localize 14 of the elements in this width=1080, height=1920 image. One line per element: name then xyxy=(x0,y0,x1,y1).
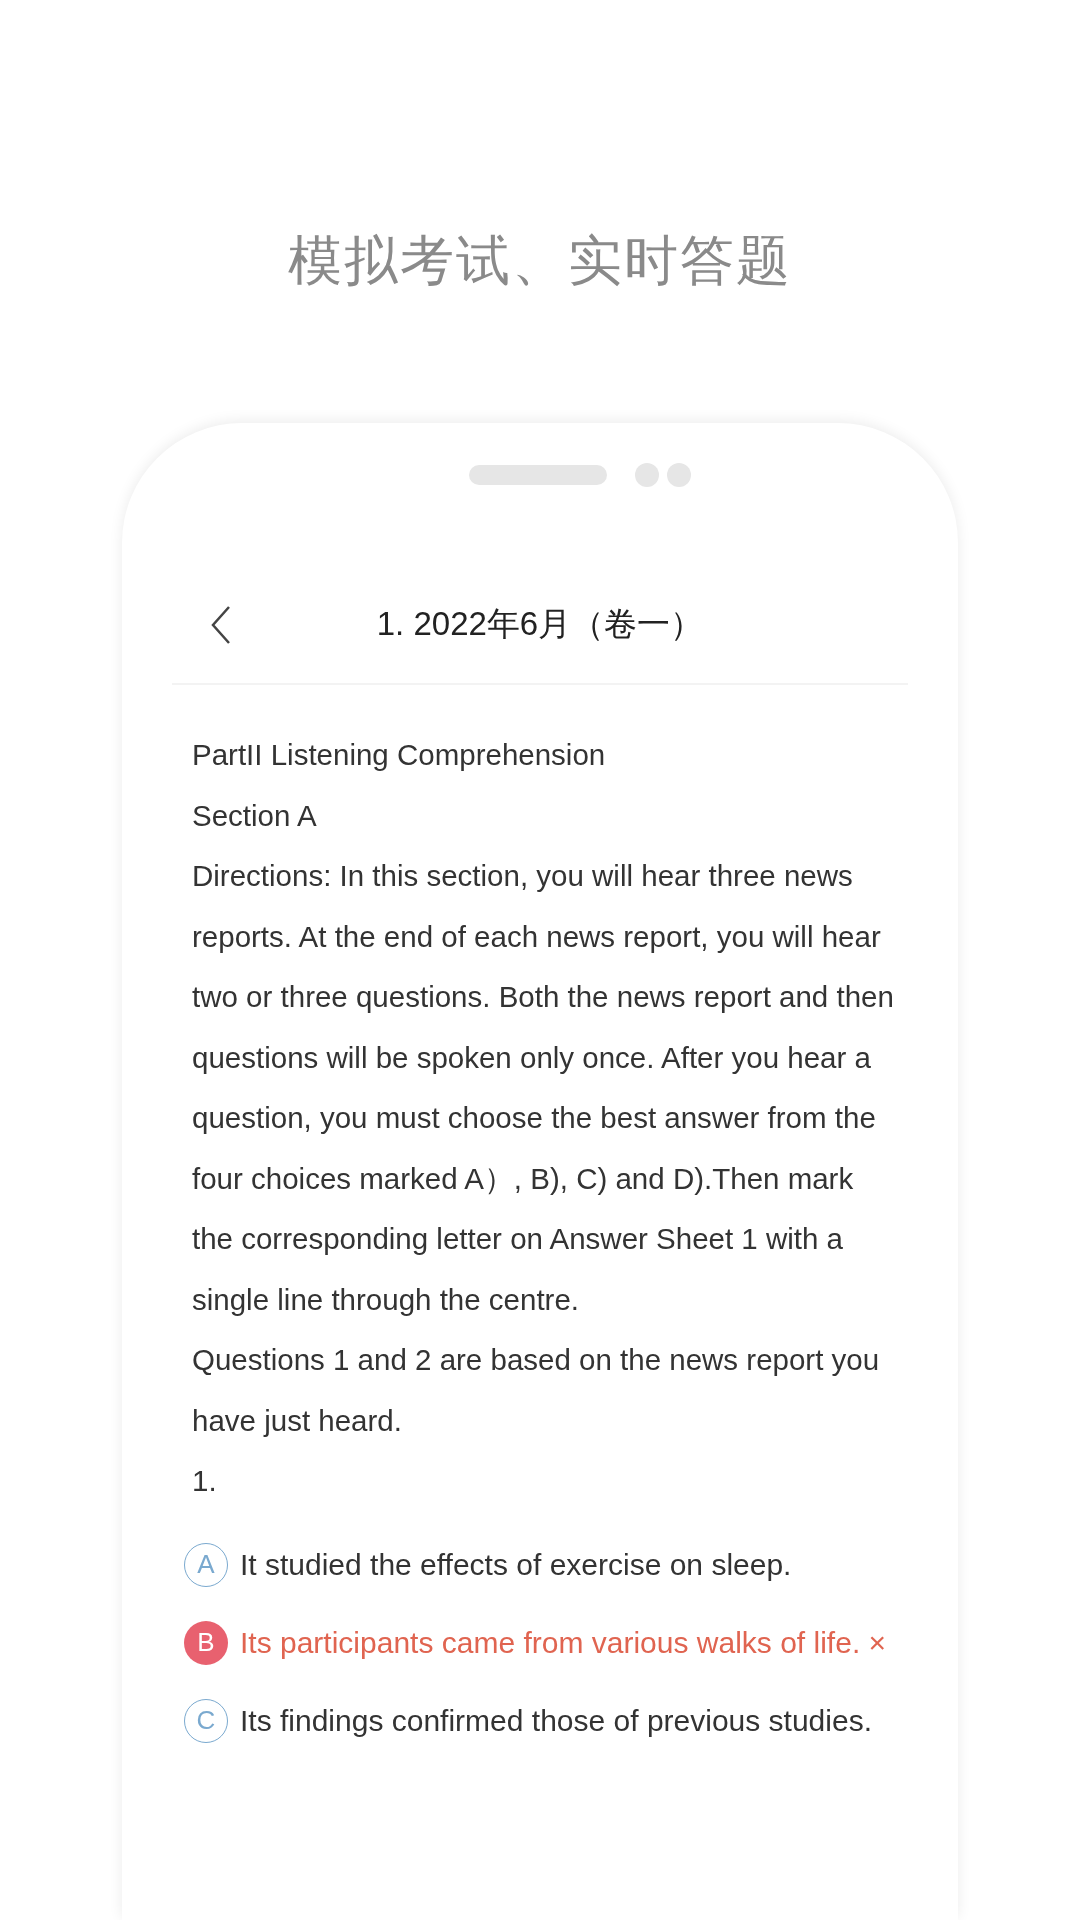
question-text: Section A xyxy=(192,797,318,834)
back-button[interactable] xyxy=(210,604,232,645)
question-text: Questions 1 and 2 are based on the news report you have just heard. xyxy=(192,1342,881,1439)
question-text: 1. xyxy=(192,1463,218,1499)
speaker-icon xyxy=(469,465,607,485)
question-text: Directions: In this section, you will hear three news reports. At the end of each news report, you will hear two or three questions. Both the news report and then questions will be spoken only once. After you hear a question, you must choose the best answer from the four choices marked A）, B), C) and D).Then mark the corresponding letter on Answer Sheet 1 with a single line through the centre. xyxy=(192,858,895,1318)
headline: 模拟考试、实时答题 xyxy=(288,228,792,294)
option-text[interactable]: Its participants came from various walks of life. × xyxy=(240,1617,887,1668)
question-text: PartII Listening Comprehension xyxy=(192,737,607,773)
screen-title: 1. 2022年6月（卷一） xyxy=(376,604,704,644)
option-text[interactable]: It studied the effects of exercise on sleep. xyxy=(240,1539,792,1590)
option-letter[interactable]: B xyxy=(184,1620,228,1665)
camera-icon xyxy=(635,463,691,487)
option-text[interactable]: Its findings confirmed those of previous studies. xyxy=(240,1695,872,1746)
